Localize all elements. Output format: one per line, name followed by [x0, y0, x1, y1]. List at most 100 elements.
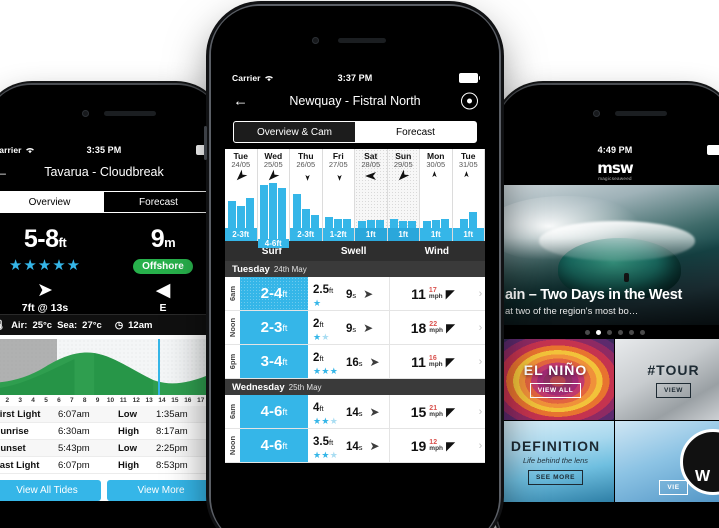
tide-event-label: Last Light	[0, 459, 40, 471]
card-tour[interactable]: #TOUR VIEW	[615, 339, 719, 421]
tab-forecast[interactable]: Forecast	[355, 122, 476, 142]
tide-buttons: View All Tides View More	[0, 474, 222, 501]
hero-text: ain – Two Days in the West at two of the…	[505, 288, 719, 318]
tide-table-row: Sunrise 6:30am High 8:17am	[0, 423, 222, 440]
forecast-day-column[interactable]: Fri 27/05 1-2ft	[322, 149, 355, 241]
wind-direction-arrow-icon: ◤	[445, 286, 455, 301]
left-tab-switcher[interactable]: Overview Forecast	[0, 191, 214, 213]
wifi-icon	[25, 147, 34, 153]
swell-direction-arrow-icon: ➤	[37, 280, 53, 301]
tide-table: First Light 6:07am Low 1:35am Sunrise 6:30am H…	[0, 406, 222, 474]
chevron-right-icon[interactable]: ›	[476, 395, 485, 428]
surf-height-bar	[292, 193, 301, 228]
surf-height-value: 5-8ft	[23, 225, 67, 253]
tab-overview[interactable]: Overview	[0, 192, 104, 212]
tab-forecast[interactable]: Forecast	[104, 192, 213, 212]
tide-axis-tick: 10	[106, 397, 115, 404]
carousel-dot[interactable]	[629, 329, 634, 335]
chevron-right-icon[interactable]: ›	[476, 345, 485, 378]
forecast-row[interactable]: 6am 2-4 ft 2.5ft ★ 9s ➤ 11 17 mph ◤ ›	[225, 277, 485, 311]
card-button[interactable]: SEE MORE	[527, 470, 584, 485]
back-arrow-icon[interactable]: ←	[233, 94, 248, 109]
forecast-day-column[interactable]: Tue 24/05 2-3ft	[225, 149, 258, 241]
wind-unit: mph	[428, 292, 443, 300]
surf-height-bar	[459, 218, 468, 228]
card-button[interactable]: VIEW ALL	[529, 382, 582, 398]
row-time: 6am	[225, 277, 240, 310]
forecast-day-column[interactable]: Wed 25/05 4-6ft	[257, 149, 290, 249]
forecast-day-column[interactable]: Sun 29/05 1ft	[387, 149, 420, 241]
surf-height-bar	[366, 219, 375, 228]
day-summary: 1ft	[387, 228, 419, 241]
period-value: 9m	[150, 225, 176, 253]
tide-chart	[0, 339, 222, 395]
swell-direction-arrow-icon: ➤	[369, 438, 380, 453]
carousel-dot[interactable]	[607, 329, 612, 335]
masthead-subtitle: magicseaweed	[598, 176, 632, 182]
wind-cell: 18 22 mph ◤	[389, 311, 476, 344]
rating-stars: ★★★★★	[8, 257, 82, 274]
tab-overview-cam[interactable]: Overview & Cam	[234, 122, 355, 142]
forecast-day-column[interactable]: Thu 26/05 2-3ft	[290, 149, 323, 241]
surf-height-bar	[375, 219, 384, 228]
wind-speed: 18	[410, 319, 427, 336]
chevron-right-icon[interactable]: ›	[476, 429, 485, 462]
surf-height-bar	[227, 201, 236, 228]
wind-direction-arrow-icon: ◤	[446, 404, 456, 419]
center-tab-switcher[interactable]: Overview & Cam Forecast	[233, 121, 477, 143]
rating-stars: ★★★	[313, 365, 339, 376]
earpiece-speaker	[615, 111, 667, 116]
day-summary: 1-2ft	[322, 228, 354, 241]
forecast-day-column[interactable]: Sat 28/05 1ft	[355, 149, 388, 241]
back-arrow-icon[interactable]: ←	[0, 165, 9, 180]
carousel-dots[interactable]	[497, 325, 719, 339]
card-definition[interactable]: DEFINITION Life behind the lens SEE MORE	[497, 421, 615, 503]
carousel-dot[interactable]	[640, 329, 645, 335]
tide-axis-tick: 14	[158, 397, 166, 404]
view-more-button[interactable]: View More	[107, 480, 215, 501]
right-phone-glass: 4:49 PM msw magicseaweed ain – Two Days …	[497, 85, 719, 528]
tide-event-time: 6:30am	[58, 425, 90, 437]
forecast-day-column[interactable]: Mon 30/05 1ft	[420, 149, 453, 241]
forecast-row[interactable]: 6am 4-6 ft 4ft ★★★ 14s ➤ 15 21 mph ◤ ›	[225, 395, 485, 429]
forecast-day-column[interactable]: Tue 31/05 1ft	[452, 149, 485, 241]
row-time: Noon	[225, 429, 240, 462]
carousel-dot[interactable]	[585, 329, 590, 335]
right-status-bar: 4:49 PM	[497, 141, 719, 158]
wind-direction-arrow-icon	[258, 169, 290, 183]
center-phone-side-button	[204, 126, 207, 160]
hero-article[interactable]: ain – Two Days in the West at two of the…	[497, 185, 719, 325]
forecast-row[interactable]: Noon 4-6 ft 3.5ft ★★★ 14s ➤ 19 12 mph ◤ ›	[225, 429, 485, 463]
forecast-day-chart[interactable]: Tue 24/05 2-3ft Wed 25/05 4-6ft Thu 26/05 2-3ft F…	[225, 149, 485, 249]
carousel-dot[interactable]	[596, 329, 601, 335]
clock-icon: ◷	[114, 319, 124, 331]
wind-badge: Offshore	[133, 259, 193, 274]
wind-speed: 19	[410, 437, 427, 454]
wifi-icon	[264, 75, 273, 81]
earpiece-speaker	[104, 111, 156, 116]
carousel-dot[interactable]	[618, 329, 623, 335]
chevron-right-icon[interactable]: ›	[476, 311, 485, 344]
view-all-tides-button[interactable]: View All Tides	[0, 480, 101, 501]
tide-axis-tick: 5	[44, 397, 48, 404]
gear-icon[interactable]	[461, 92, 478, 110]
chevron-right-icon[interactable]: ›	[476, 277, 485, 310]
tide-event-label: Sunset	[0, 442, 26, 454]
surf-height-bar	[269, 183, 278, 240]
card-wod[interactable]: W VIE	[615, 421, 719, 503]
card-title: #TOUR	[647, 361, 700, 378]
day-summary: 2-3ft	[290, 228, 322, 241]
wind-dir-label: E	[159, 302, 167, 314]
swell-summary: 7ft @ 13s	[21, 302, 69, 314]
overview-top-row: 5-8ft ★★★★★ ➤ 7ft @ 13s 9m Offshore ◀ E	[0, 225, 222, 314]
card-el-nino[interactable]: EL NIÑO VIEW ALL	[497, 339, 615, 421]
center-phone-frame: Carrier 3:37 PM ← Newquay - Fistral Nort…	[204, 6, 499, 528]
msw-logo[interactable]: msw	[597, 161, 633, 176]
day-header: Fri 27/05	[323, 149, 355, 169]
tide-event-time: 5:43pm	[58, 442, 90, 454]
forecast-row[interactable]: 6pm 3-4 ft 2ft ★★★ 16s ➤ 11 16 mph ◤ ›	[225, 345, 485, 379]
card-button[interactable]: VIEW	[655, 382, 691, 398]
forecast-row[interactable]: Noon 2-3 ft 2ft ★★ 9s ➤ 18 22 mph ◤ ›	[225, 311, 485, 345]
card-button[interactable]: VIE	[659, 480, 688, 495]
left-nav-bar: ← Tavarua - Cloudbreak	[0, 158, 222, 186]
